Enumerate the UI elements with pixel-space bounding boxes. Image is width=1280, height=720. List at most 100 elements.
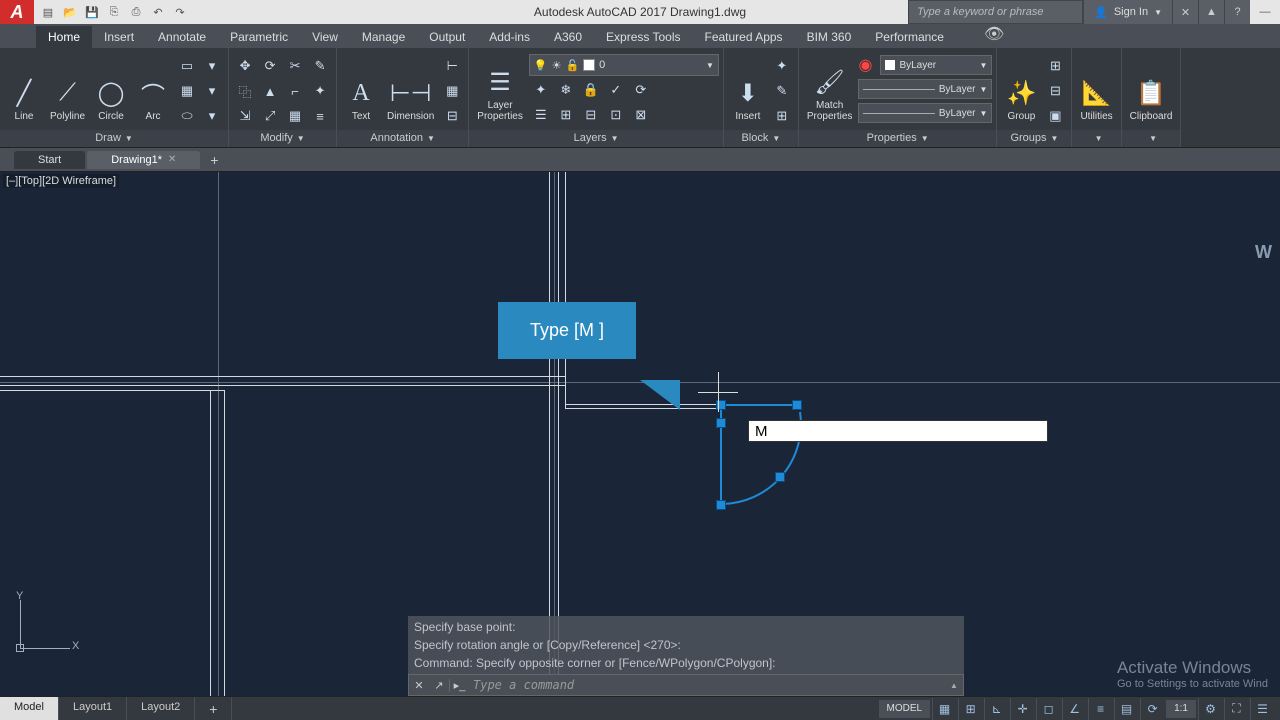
exchange-icon[interactable]: ✕ (1172, 0, 1198, 24)
tab-layout1[interactable]: Layout1 (59, 697, 127, 720)
redo-icon[interactable]: ↷ (170, 2, 190, 22)
ribbon-tab-output[interactable]: Output (417, 26, 477, 48)
group-bb-icon[interactable]: ▣ (1043, 104, 1067, 128)
ribbon-tab-parametric[interactable]: Parametric (218, 26, 300, 48)
line-button[interactable]: ╱Line (4, 50, 44, 124)
layer-icon4[interactable]: ✓ (604, 78, 628, 102)
ellipse-icon[interactable]: ⬭ (175, 104, 199, 128)
lwt-icon[interactable]: ≡ (1088, 698, 1112, 720)
panel-title-layers[interactable]: Layers▼ (469, 130, 723, 147)
new-tab-button[interactable]: + (202, 152, 226, 168)
table-icon[interactable]: ▦ (440, 79, 464, 103)
layer-combo[interactable]: 💡☀🔓 0 ▼ (529, 54, 719, 76)
open-icon[interactable]: 📂 (60, 2, 80, 22)
panel-title-utilities[interactable]: ▼ (1072, 130, 1120, 147)
close-icon[interactable]: ✕ (168, 154, 176, 165)
ribbon-tab-home[interactable]: Home (36, 26, 92, 48)
ribbon-tab-insert[interactable]: Insert (92, 26, 146, 48)
layer-icon8[interactable]: ⊟ (579, 103, 603, 127)
customize-icon[interactable]: ☰ (1250, 698, 1274, 720)
panel-title-clipboard[interactable]: ▼ (1122, 130, 1181, 147)
copy-icon[interactable]: ⿻ (233, 79, 257, 103)
layer-properties-button[interactable]: ☰Layer Properties (473, 50, 527, 124)
panel-title-draw[interactable]: Draw▼ (0, 130, 228, 147)
rotate-icon[interactable]: ⟳ (258, 54, 282, 78)
osnap-icon[interactable]: ◻ (1036, 698, 1060, 720)
circle-button[interactable]: ◯Circle (91, 50, 131, 124)
create-block-icon[interactable]: ✦ (770, 54, 794, 78)
layer-icon9[interactable]: ⊡ (604, 103, 628, 127)
dimension-button[interactable]: ⊢⊣Dimension (383, 50, 438, 124)
stretch-icon[interactable]: ⇲ (233, 104, 257, 128)
dd2-icon[interactable]: ▾ (200, 79, 224, 103)
ortho-icon[interactable]: ⊾ (984, 698, 1008, 720)
mirror-icon[interactable]: ▲ (258, 79, 282, 103)
navcube[interactable]: W (1255, 242, 1272, 263)
ribbon-tab-bim360[interactable]: BIM 360 (795, 26, 864, 48)
layer-icon7[interactable]: ⊞ (554, 103, 578, 127)
ribbon-tab-view[interactable]: View (300, 26, 350, 48)
status-model[interactable]: MODEL (879, 700, 931, 718)
mtext-icon[interactable]: ⊟ (440, 104, 464, 128)
otrack-icon[interactable]: ∠ (1062, 698, 1086, 720)
new-icon[interactable]: ▤ (38, 2, 58, 22)
grid-icon[interactable]: ▦ (932, 698, 956, 720)
saveas-icon[interactable]: ⎘ (104, 2, 124, 22)
explode-icon[interactable]: ✦ (308, 79, 332, 103)
panel-title-block[interactable]: Block▼ (724, 130, 798, 147)
text-button[interactable]: AText (341, 50, 381, 124)
a360-icon[interactable]: ▲ (1198, 0, 1224, 24)
panel-title-modify[interactable]: Modify▼ (229, 130, 336, 147)
color-combo[interactable]: ByLayer▼ (880, 55, 992, 75)
offset-icon[interactable]: ≡ (308, 104, 332, 128)
ungroup-icon[interactable]: ⊞ (1043, 54, 1067, 78)
fullscreen-icon[interactable]: ⛶ (1224, 698, 1248, 720)
group-button[interactable]: ✨Group (1001, 50, 1041, 124)
panel-title-groups[interactable]: Groups▼ (997, 130, 1071, 147)
drawing-canvas[interactable]: [–][Top][2D Wireframe] Type [M ] W Y X (0, 172, 1280, 696)
group-edit-icon[interactable]: ⊟ (1043, 79, 1067, 103)
cycle-icon[interactable]: ⟳ (1140, 698, 1164, 720)
ribbon-tab-performance[interactable]: Performance (863, 26, 956, 48)
leader-icon[interactable]: ⊢ (440, 54, 464, 78)
undo-icon[interactable]: ↶ (148, 2, 168, 22)
app-logo[interactable]: A (0, 0, 34, 24)
layer-icon1[interactable]: ✦ (529, 78, 553, 102)
panel-title-annotation[interactable]: Annotation▼ (337, 130, 468, 147)
view-controls[interactable]: [–][Top][2D Wireframe] (3, 174, 119, 188)
match-properties-button[interactable]: 🖌Match Properties (803, 50, 857, 124)
transp-icon[interactable]: ▤ (1114, 698, 1138, 720)
signin-button[interactable]: 👤Sign In▼ (1083, 0, 1172, 24)
utilities-button[interactable]: 📐Utilities (1076, 50, 1116, 124)
layer-icon2[interactable]: ❄ (554, 78, 578, 102)
cmd-dd-icon[interactable]: ▲ (945, 681, 963, 690)
close-cmd-icon[interactable]: ✕ (409, 679, 429, 692)
dynamic-input[interactable] (748, 420, 1048, 442)
command-input[interactable]: Type a command (469, 678, 945, 692)
clipboard-button[interactable]: 📋Clipboard (1126, 50, 1177, 124)
attr-icon[interactable]: ⊞ (770, 104, 794, 128)
dd3-icon[interactable]: ▾ (200, 104, 224, 128)
tab-layout2[interactable]: Layout2 (127, 697, 195, 720)
ribbon-tab-expresstools[interactable]: Express Tools (594, 26, 692, 48)
command-input-row[interactable]: ✕ ↗ ▸_ Type a command ▲ (408, 674, 964, 696)
help-icon[interactable]: ? (1224, 0, 1250, 24)
trim-icon[interactable]: ✂ (283, 54, 307, 78)
layer-icon10[interactable]: ⊠ (629, 103, 653, 127)
move-icon[interactable]: ✥ (233, 54, 257, 78)
hatch-icon[interactable]: ▦ (175, 79, 199, 103)
rect-icon[interactable]: ▭ (175, 54, 199, 78)
plot-icon[interactable]: ⎙ (126, 2, 146, 22)
snap-icon[interactable]: ⊞ (958, 698, 982, 720)
color-icon[interactable]: ◉ (858, 55, 878, 75)
tab-model[interactable]: Model (0, 697, 59, 720)
layer-icon6[interactable]: ☰ (529, 103, 553, 127)
array-icon[interactable]: ▦ (283, 104, 307, 128)
add-layout-button[interactable]: + (195, 697, 232, 720)
fillet-icon[interactable]: ⌐ (283, 79, 307, 103)
panel-title-properties[interactable]: Properties▼ (799, 130, 997, 147)
dd-icon[interactable]: ▾ (200, 54, 224, 78)
polyline-button[interactable]: ⟋Polyline (46, 50, 89, 124)
erase-icon[interactable]: ✎ (308, 54, 332, 78)
ribbon-tab-a360[interactable]: A360 (542, 26, 594, 48)
